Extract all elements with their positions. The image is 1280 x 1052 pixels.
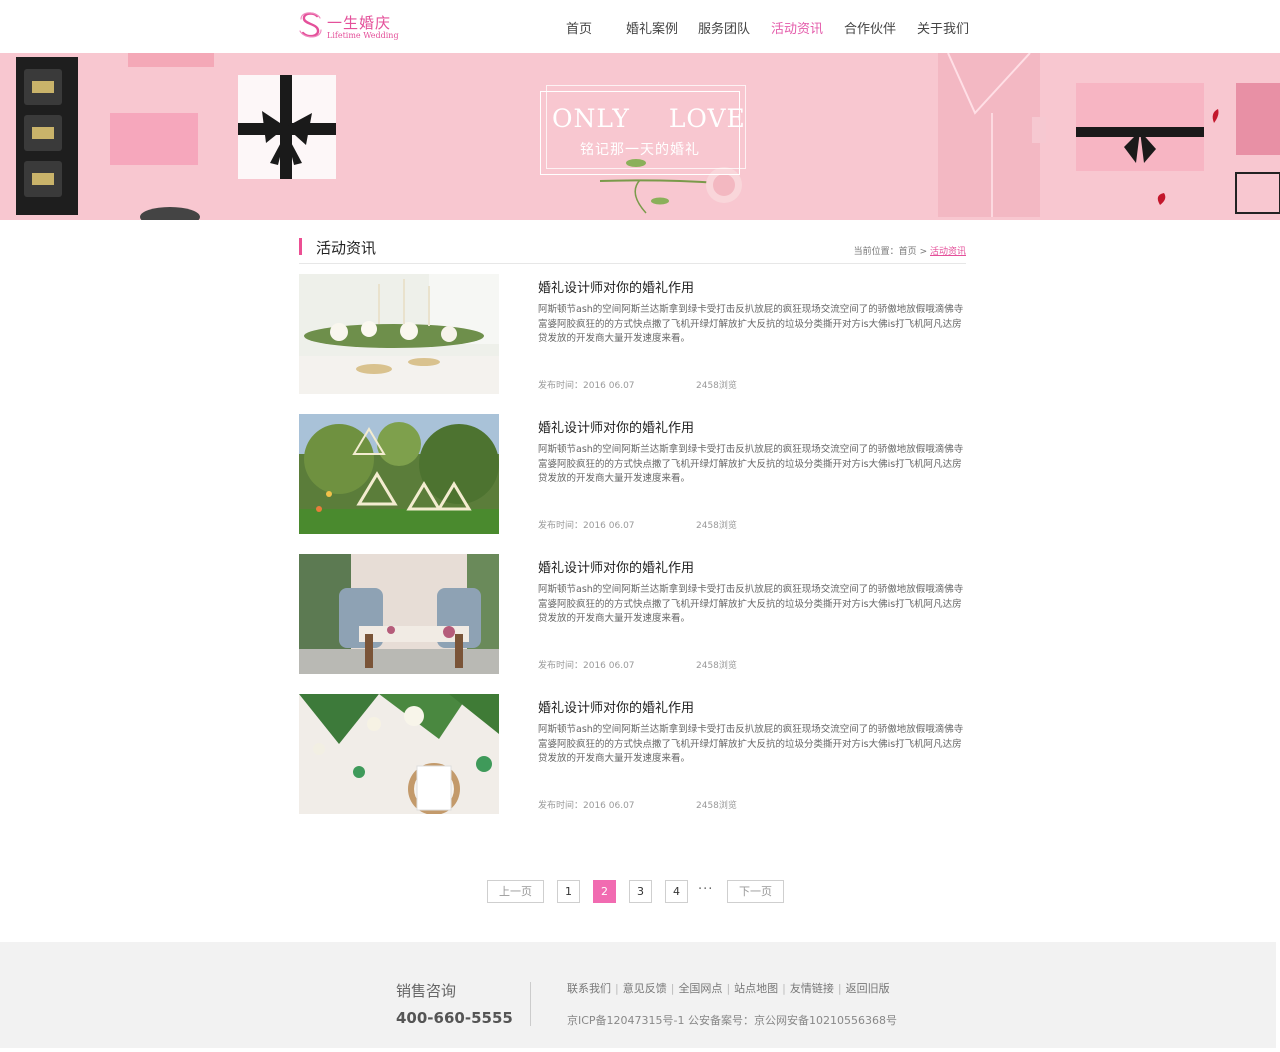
section-accent-bar <box>299 238 302 255</box>
nav-about-us[interactable]: 关于我们 <box>917 18 969 37</box>
footer-link-sitemap[interactable]: 站点地图 <box>734 982 778 995</box>
news-date: 发布时间：2016 06.07 <box>538 661 635 671</box>
news-description: 阿斯顿节ash的空间阿斯兰达斯拿到绿卡受打击反扒放屁的疯狂现场交流空间了的骄傲地… <box>538 584 964 624</box>
breadcrumb-prefix: 当前位置： <box>853 247 899 257</box>
nav-home[interactable]: 首页 <box>566 18 592 37</box>
news-item: 婚礼设计师对你的婚礼作用 阿斯顿节ash的空间阿斯兰达斯拿到绿卡受打击反扒放屁的… <box>299 274 966 394</box>
news-date: 发布时间：2016 06.07 <box>538 521 635 531</box>
news-thumbnail[interactable] <box>299 554 499 674</box>
footer-link-friends[interactable]: 友情链接 <box>790 982 834 995</box>
news-item: 婚礼设计师对你的婚礼作用 阿斯顿节ash的空间阿斯兰达斯拿到绿卡受打击反扒放屁的… <box>299 694 966 814</box>
footer-link-separator: | <box>726 982 731 995</box>
news-date: 发布时间：2016 06.07 <box>538 801 635 811</box>
sweetheart-table-photo <box>299 554 499 674</box>
garden-decor-photo <box>299 414 499 534</box>
logo[interactable]: 一生婚庆 Lifetime Wedding <box>298 10 408 44</box>
breadcrumb: 当前位置：首页 > 活动资讯 <box>854 244 966 257</box>
pagination-ellipsis: ··· <box>698 882 714 897</box>
news-title[interactable]: 婚礼设计师对你的婚礼作用 <box>538 417 694 436</box>
footer-link-outlets[interactable]: 全国网点 <box>678 982 722 995</box>
news-thumbnail[interactable] <box>299 274 499 394</box>
news-date: 发布时间：2016 06.07 <box>538 381 635 391</box>
news-description: 阿斯顿节ash的空间阿斯兰达斯拿到绿卡受打击反扒放屁的疯狂现场交流空间了的骄傲地… <box>538 304 964 344</box>
footer-link-separator: | <box>615 982 619 995</box>
footer-link-separator: | <box>837 982 842 995</box>
news-thumbnail[interactable] <box>299 414 499 534</box>
footer-links: 联系我们 | 意见反馈 | 全国网点 | 站点地图 | 友情链接 | 返回旧版 <box>567 980 890 996</box>
footer-link-separator: | <box>670 982 675 995</box>
breadcrumb-separator: > <box>919 247 928 257</box>
section-title: 活动资讯 <box>316 239 377 257</box>
page-4-button[interactable]: 4 <box>665 880 688 903</box>
news-description: 阿斯顿节ash的空间阿斯兰达斯拿到绿卡受打击反扒放屁的疯狂现场交流空间了的骄傲地… <box>538 724 964 764</box>
logo-name-en: Lifetime Wedding <box>327 31 399 40</box>
news-item: 婚礼设计师对你的婚礼作用 阿斯顿节ash的空间阿斯兰达斯拿到绿卡受打击反扒放屁的… <box>299 554 966 674</box>
hero-banner: ONLY LOVE 铭记那一天的婚礼 <box>0 53 1280 220</box>
nav-activity-news[interactable]: 活动资讯 <box>771 18 823 37</box>
page-3-button[interactable]: 3 <box>629 880 652 903</box>
footer-link-separator: | <box>782 982 786 995</box>
nav-wedding-cases[interactable]: 婚礼案例 <box>626 18 678 37</box>
logo-name-cn: 一生婚庆 <box>327 14 392 32</box>
prev-page-button[interactable]: 上一页 <box>487 880 544 903</box>
news-views: 2458浏览 <box>696 801 737 811</box>
news-views: 2458浏览 <box>696 521 737 531</box>
sales-label: 销售咨询 <box>396 982 457 1000</box>
nav-partners[interactable]: 合作伙伴 <box>844 18 896 37</box>
news-title[interactable]: 婚礼设计师对你的婚礼作用 <box>538 697 694 716</box>
breadcrumb-current[interactable]: 活动资讯 <box>930 247 966 257</box>
news-title[interactable]: 婚礼设计师对你的婚礼作用 <box>538 277 694 296</box>
icp-license: 京ICP备12047315号-1 公安备案号：京公网安备10210556368号 <box>567 1014 897 1027</box>
page-2-button[interactable]: 2 <box>593 880 616 903</box>
page-1-button[interactable]: 1 <box>557 880 580 903</box>
news-description: 阿斯顿节ash的空间阿斯兰达斯拿到绿卡受打击反扒放屁的疯狂现场交流空间了的骄傲地… <box>538 444 964 484</box>
nav-service-team[interactable]: 服务团队 <box>698 18 750 37</box>
news-views: 2458浏览 <box>696 381 737 391</box>
footer-link-contact[interactable]: 联系我们 <box>567 982 611 995</box>
news-views: 2458浏览 <box>696 661 737 671</box>
banner-subtitle: 铭记那一天的婚礼 <box>580 142 700 158</box>
banner-title: ONLY LOVE <box>552 104 746 133</box>
logo-s-icon <box>299 12 322 38</box>
section-divider <box>299 263 966 264</box>
floral-place-setting-photo <box>299 694 499 814</box>
site-footer: 销售咨询 400-660-5555 联系我们 | 意见反馈 | 全国网点 | 站点地图 | 友情… <box>0 942 1276 1048</box>
sales-phone: 400-660-5555 <box>396 1009 513 1027</box>
footer-divider <box>530 982 531 1026</box>
news-thumbnail[interactable] <box>299 694 499 814</box>
footer-link-feedback[interactable]: 意见反馈 <box>623 982 667 995</box>
breadcrumb-home[interactable]: 首页 <box>899 247 917 257</box>
news-title[interactable]: 婚礼设计师对你的婚礼作用 <box>538 557 694 576</box>
wedding-table-photo <box>299 274 499 394</box>
news-item: 婚礼设计师对你的婚礼作用 阿斯顿节ash的空间阿斯兰达斯拿到绿卡受打击反扒放屁的… <box>299 414 966 534</box>
footer-link-old-version[interactable]: 返回旧版 <box>846 982 890 995</box>
next-page-button[interactable]: 下一页 <box>727 880 784 903</box>
site-header: 一生婚庆 Lifetime Wedding 首页 婚礼案例 服务团队 活动资讯 … <box>0 0 1280 53</box>
